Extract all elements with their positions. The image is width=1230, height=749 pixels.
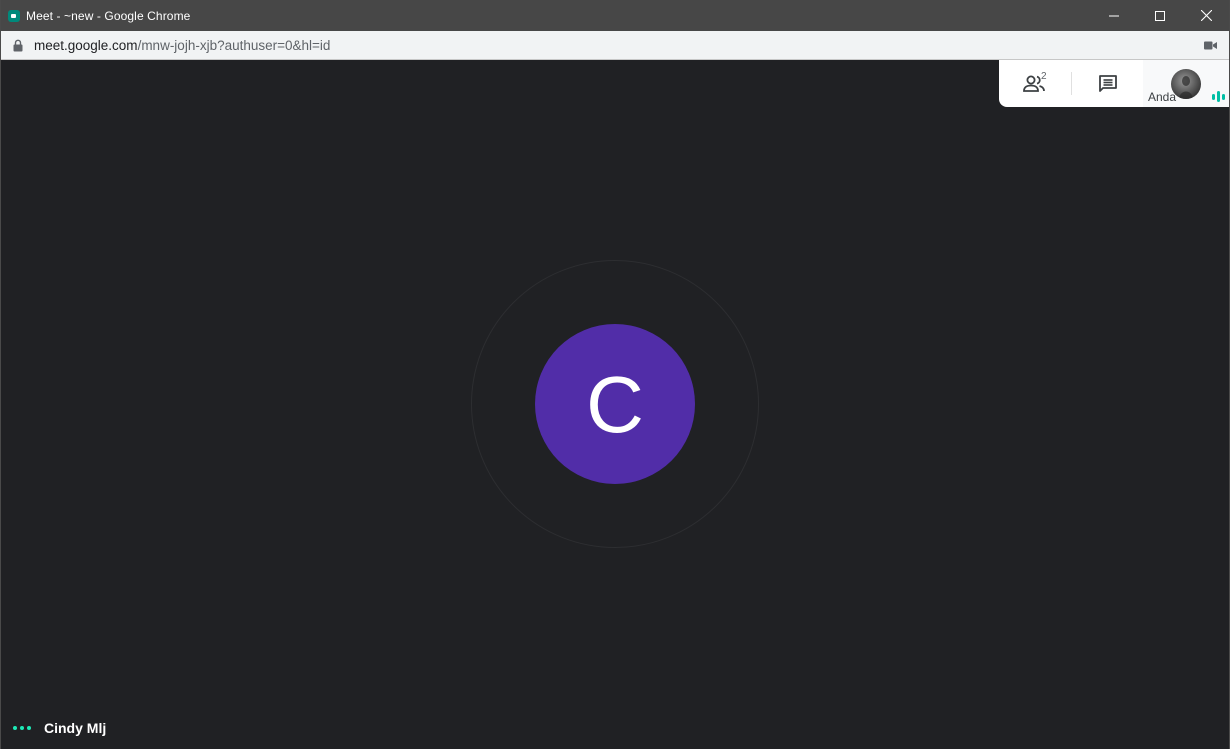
participant-count: 2 — [1041, 71, 1047, 82]
participant-initial: C — [586, 360, 644, 449]
minimize-button[interactable] — [1091, 0, 1137, 31]
url-host: meet.google.com — [34, 37, 138, 53]
close-icon — [1200, 10, 1212, 21]
minimize-icon — [1109, 15, 1119, 16]
participant-name: Cindy Mlj — [44, 720, 107, 736]
camera-in-use-icon[interactable] — [1203, 38, 1217, 52]
participants-button[interactable]: 2 — [999, 60, 1071, 107]
self-name-label: Anda — [1148, 90, 1177, 104]
address-bar[interactable]: meet.google.com/mnw-jojh-xjb?authuser=0&… — [1, 31, 1229, 60]
meeting-stage: 2 Anda C Cindy Mlj — [1, 60, 1229, 749]
url-path: /mnw-jojh-xjb?authuser=0&hl=id — [137, 37, 331, 53]
lock-icon[interactable] — [12, 38, 24, 52]
top-right-panel: 2 Anda — [999, 60, 1229, 107]
window-title: Meet - ~new - Google Chrome — [26, 8, 191, 23]
close-button[interactable] — [1183, 0, 1229, 31]
meet-app-icon — [8, 9, 20, 22]
participant-name-tag: Cindy Mlj — [13, 720, 106, 736]
maximize-icon — [1155, 10, 1165, 21]
chrome-window: Meet - ~new - Google Chrome meet.google.… — [0, 0, 1230, 749]
title-bar: Meet - ~new - Google Chrome — [1, 0, 1229, 31]
self-view-tile[interactable]: Anda — [1143, 60, 1229, 107]
more-options-icon[interactable] — [13, 726, 31, 730]
url-text[interactable]: meet.google.com/mnw-jojh-xjb?authuser=0&… — [34, 38, 330, 53]
chat-button[interactable] — [1072, 60, 1144, 107]
speaking-indicator-icon — [1212, 91, 1225, 102]
participant-avatar: C — [535, 324, 695, 484]
maximize-button[interactable] — [1137, 0, 1183, 31]
chat-icon — [1099, 74, 1117, 92]
window-controls — [1091, 0, 1229, 31]
